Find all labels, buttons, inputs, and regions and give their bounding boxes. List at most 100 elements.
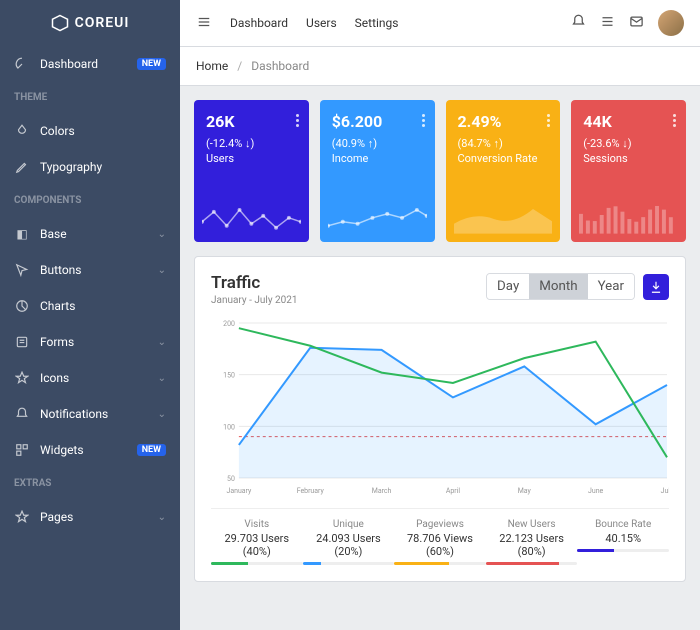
chart-icon — [14, 298, 30, 314]
stat-name: Pageviews — [394, 519, 486, 530]
stat-bar — [211, 562, 303, 565]
card-menu-icon[interactable] — [296, 112, 299, 129]
stat-name: Visits — [211, 519, 303, 530]
breadcrumb-current: Dashboard — [251, 59, 309, 73]
svg-text:150: 150 — [223, 372, 235, 380]
stat-bar — [303, 562, 395, 565]
stat-card: 44K (-23.6% ↓) Sessions — [571, 100, 686, 242]
sidebar-item-label: Base — [40, 227, 67, 241]
card-menu-icon[interactable] — [673, 112, 676, 129]
sidebar-item-label: Icons — [40, 371, 69, 385]
sidebar-item-label: Charts — [40, 299, 75, 313]
menu-toggle-icon[interactable] — [196, 15, 212, 32]
sidebar-item-widgets[interactable]: Widgets NEW — [0, 432, 180, 468]
stat-value: 78.706 Views — [394, 532, 486, 545]
card-value: 26K — [206, 112, 297, 131]
chevron-down-icon: ⌄ — [158, 229, 166, 240]
sidebar-item-base[interactable]: ◧ Base ⌄ — [0, 216, 180, 252]
breadcrumb: Home / Dashboard — [180, 47, 700, 86]
mail-icon[interactable] — [629, 14, 644, 32]
card-value: $6.200 — [332, 112, 423, 131]
download-icon — [649, 280, 663, 294]
footer-stat: Bounce Rate 40.15% — [577, 519, 669, 565]
stat-name: Bounce Rate — [577, 519, 669, 530]
footer-stat: Visits 29.703 Users (40%) — [211, 519, 303, 565]
brand-logo: COREUI — [0, 0, 180, 46]
sidebar-item-typography[interactable]: Typography — [0, 149, 180, 185]
new-badge: NEW — [137, 58, 166, 70]
topbar-link-users[interactable]: Users — [306, 16, 337, 30]
svg-text:June: June — [588, 487, 604, 495]
form-icon — [14, 334, 30, 350]
puzzle-icon: ◧ — [14, 226, 30, 242]
drop-icon — [14, 123, 30, 139]
download-button[interactable] — [643, 274, 669, 300]
footer-stat: New Users 22.123 Users (80%) — [486, 519, 578, 565]
chevron-down-icon: ⌄ — [158, 512, 166, 523]
traffic-panel: Traffic January - July 2021 Day Month Ye… — [194, 256, 686, 582]
sidebar-item-icons[interactable]: Icons ⌄ — [0, 360, 180, 396]
card-change: (-12.4% ↓) — [206, 137, 297, 150]
topbar: Dashboard Users Settings — [180, 0, 700, 47]
svg-text:July: July — [661, 487, 669, 495]
card-label: Users — [206, 152, 297, 165]
nav-section-title: THEME — [0, 82, 180, 113]
card-label: Conversion Rate — [458, 152, 549, 165]
list-icon[interactable] — [600, 14, 615, 32]
svg-text:May: May — [518, 487, 532, 495]
svg-text:50: 50 — [227, 475, 235, 483]
bell-icon — [14, 406, 30, 422]
sidebar-item-pages[interactable]: Pages ⌄ — [0, 499, 180, 535]
logo-icon — [51, 14, 69, 32]
stat-name: Unique — [303, 519, 395, 530]
stat-pct: (80%) — [486, 545, 578, 558]
svg-text:January: January — [226, 487, 251, 495]
svg-text:February: February — [297, 487, 325, 495]
sidebar-item-dashboard[interactable]: Dashboard NEW — [0, 46, 180, 82]
pencil-icon — [14, 159, 30, 175]
topbar-link-dashboard[interactable]: Dashboard — [230, 16, 288, 30]
range-year-button[interactable]: Year — [588, 274, 634, 299]
chevron-down-icon: ⌄ — [158, 373, 166, 384]
breadcrumb-home[interactable]: Home — [196, 59, 228, 73]
stat-pct: (60%) — [394, 545, 486, 558]
star-icon — [14, 370, 30, 386]
topbar-link-settings[interactable]: Settings — [355, 16, 399, 30]
sidebar-item-colors[interactable]: Colors — [0, 113, 180, 149]
sidebar-item-label: Forms — [40, 335, 74, 349]
sidebar-item-label: Colors — [40, 124, 75, 138]
card-menu-icon[interactable] — [422, 112, 425, 129]
svg-text:200: 200 — [223, 320, 235, 328]
nav-section-title: COMPONENTS — [0, 185, 180, 216]
sparkline — [454, 204, 553, 234]
chevron-down-icon: ⌄ — [158, 265, 166, 276]
bell-icon[interactable] — [571, 14, 586, 32]
sidebar-item-charts[interactable]: Charts — [0, 288, 180, 324]
chevron-down-icon: ⌄ — [158, 409, 166, 420]
stat-value: 40.15% — [577, 532, 669, 545]
new-badge: NEW — [137, 444, 166, 456]
stat-pct: (40%) — [211, 545, 303, 558]
range-month-button[interactable]: Month — [529, 274, 587, 299]
card-menu-icon[interactable] — [547, 112, 550, 129]
sidebar-item-notifications[interactable]: Notifications⌄ — [0, 396, 180, 432]
chevron-down-icon: ⌄ — [158, 337, 166, 348]
avatar[interactable] — [658, 10, 684, 36]
sparkline — [202, 204, 301, 234]
stat-bar — [577, 549, 669, 552]
range-day-button[interactable]: Day — [487, 274, 529, 299]
nav-section-title: EXTRAS — [0, 468, 180, 499]
sidebar-item-forms[interactable]: Forms ⌄ — [0, 324, 180, 360]
sidebar-item-label: Typography — [40, 160, 102, 174]
card-value: 44K — [583, 112, 674, 131]
sidebar-item-buttons[interactable]: Buttons ⌄ — [0, 252, 180, 288]
sidebar-item-label: Pages — [40, 510, 73, 524]
gauge-icon — [14, 56, 30, 72]
panel-title: Traffic — [211, 273, 298, 293]
panel-subtitle: January - July 2021 — [211, 295, 298, 306]
sidebar-item-label: Buttons — [40, 263, 82, 277]
breadcrumb-sep: / — [237, 59, 242, 73]
sidebar-item-label: Widgets — [40, 443, 84, 457]
stat-value: 24.093 Users — [303, 532, 395, 545]
grid-icon — [14, 442, 30, 458]
